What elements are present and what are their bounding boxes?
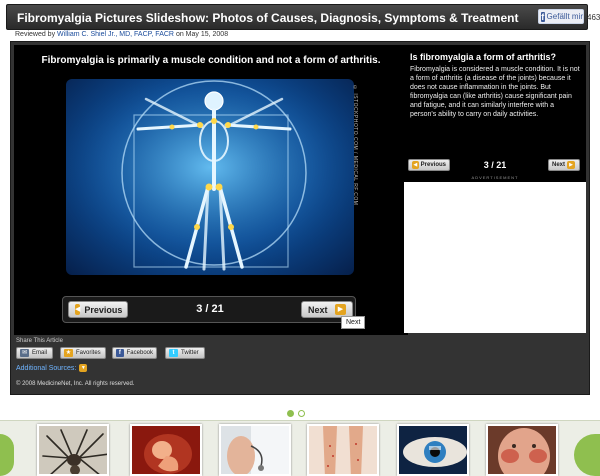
advertisement-box [404, 182, 586, 333]
page: Fibromyalgia Pictures Slideshow: Photos … [0, 0, 600, 476]
star-icon: ★ [64, 349, 73, 357]
share-label: Share This Article [16, 338, 63, 344]
thumbnail-fetus[interactable] [130, 424, 202, 476]
share-favorites-label: Favorites [76, 350, 101, 356]
copyright: © 2008 MedicineNet, Inc. All rights rese… [16, 381, 135, 387]
doctor-exam-image [221, 426, 289, 474]
carousel-dot-2[interactable] [298, 410, 305, 417]
page-title: Fibromyalgia Pictures Slideshow: Photos … [17, 11, 519, 25]
eye-image [399, 426, 467, 474]
chevron-right-icon: ▶ [335, 304, 346, 315]
additional-sources-label: Additional Sources: [16, 364, 77, 372]
share-favorites-button[interactable]: ★ Favorites [60, 347, 106, 359]
slide-heading: Fibromyalgia is primarily a muscle condi… [41, 55, 381, 66]
caption-nav: ◀ Previous 3 / 21 Next ▶ [404, 157, 586, 175]
slide-nav-bar: ◀ Previous 3 / 21 Next ▶ [62, 296, 356, 323]
chevron-right-icon: ▶ [567, 161, 576, 169]
like-count: 463 [587, 13, 600, 22]
vitruvian-skeleton-illustration [66, 79, 354, 275]
image-credit: © ISTOCKPHOTO.COM / MEDICAL RF.COM [352, 85, 358, 206]
thumbnail-doctor-exam[interactable] [219, 424, 291, 476]
share-email-label: Email [32, 350, 48, 356]
facebook-like-button[interactable]: f Gefällt mir [538, 9, 584, 24]
chevron-down-icon: ▼ [79, 364, 88, 372]
additional-sources-toggle[interactable]: Additional Sources: ▼ [16, 364, 88, 372]
next-tooltip: Next [341, 316, 366, 329]
caption-title: Is fibromyalgia a form of arthritis? [410, 52, 557, 62]
rash-face-image [488, 426, 556, 474]
email-icon: ✉ [20, 349, 29, 357]
share-facebook-label: Facebook [126, 350, 153, 356]
legs-image [309, 426, 377, 474]
share-twitter-button[interactable]: t Twitter [165, 347, 205, 359]
slide-image-area: Fibromyalgia is primarily a muscle condi… [14, 45, 408, 335]
carousel-dot-1[interactable] [287, 410, 294, 417]
share-facebook-button[interactable]: f Facebook [112, 347, 157, 359]
thumbnail-eye[interactable] [397, 424, 469, 476]
carousel-dots [287, 410, 305, 417]
header-bar: Fibromyalgia Pictures Slideshow: Photos … [6, 4, 588, 30]
facebook-icon: f [541, 11, 545, 22]
review-prefix: Reviewed by [15, 31, 56, 38]
slide-image [66, 79, 354, 275]
caption-next-label: Next [552, 162, 566, 168]
thumbnail-legs[interactable] [307, 424, 379, 476]
fetus-image [132, 426, 200, 474]
twitter-icon: t [169, 349, 178, 357]
spider-image [39, 426, 107, 474]
advertisement-label: ADVERTISEMENT [471, 175, 519, 180]
review-date: on May 15, 2008 [175, 31, 229, 38]
caption-text: Fibromyalgia is considered a muscle cond… [410, 66, 580, 118]
review-line: Reviewed by William C. Shiel Jr., MD, FA… [15, 31, 228, 38]
next-label: Next [308, 304, 328, 315]
share-email-button[interactable]: ✉ Email [16, 347, 53, 359]
thumbnail-spider[interactable] [37, 424, 109, 476]
caption-next-button[interactable]: Next ▶ [548, 159, 580, 171]
facebook-like-label: Gefällt mir [546, 12, 583, 21]
facebook-icon: f [116, 349, 124, 357]
thumbnail-rash-face[interactable] [486, 424, 558, 476]
slideshow-panel: Fibromyalgia is primarily a muscle condi… [10, 41, 590, 395]
reviewer-link[interactable]: William C. Shiel Jr., MD, FACP, FACR [57, 31, 174, 38]
share-twitter-label: Twitter [181, 350, 199, 356]
